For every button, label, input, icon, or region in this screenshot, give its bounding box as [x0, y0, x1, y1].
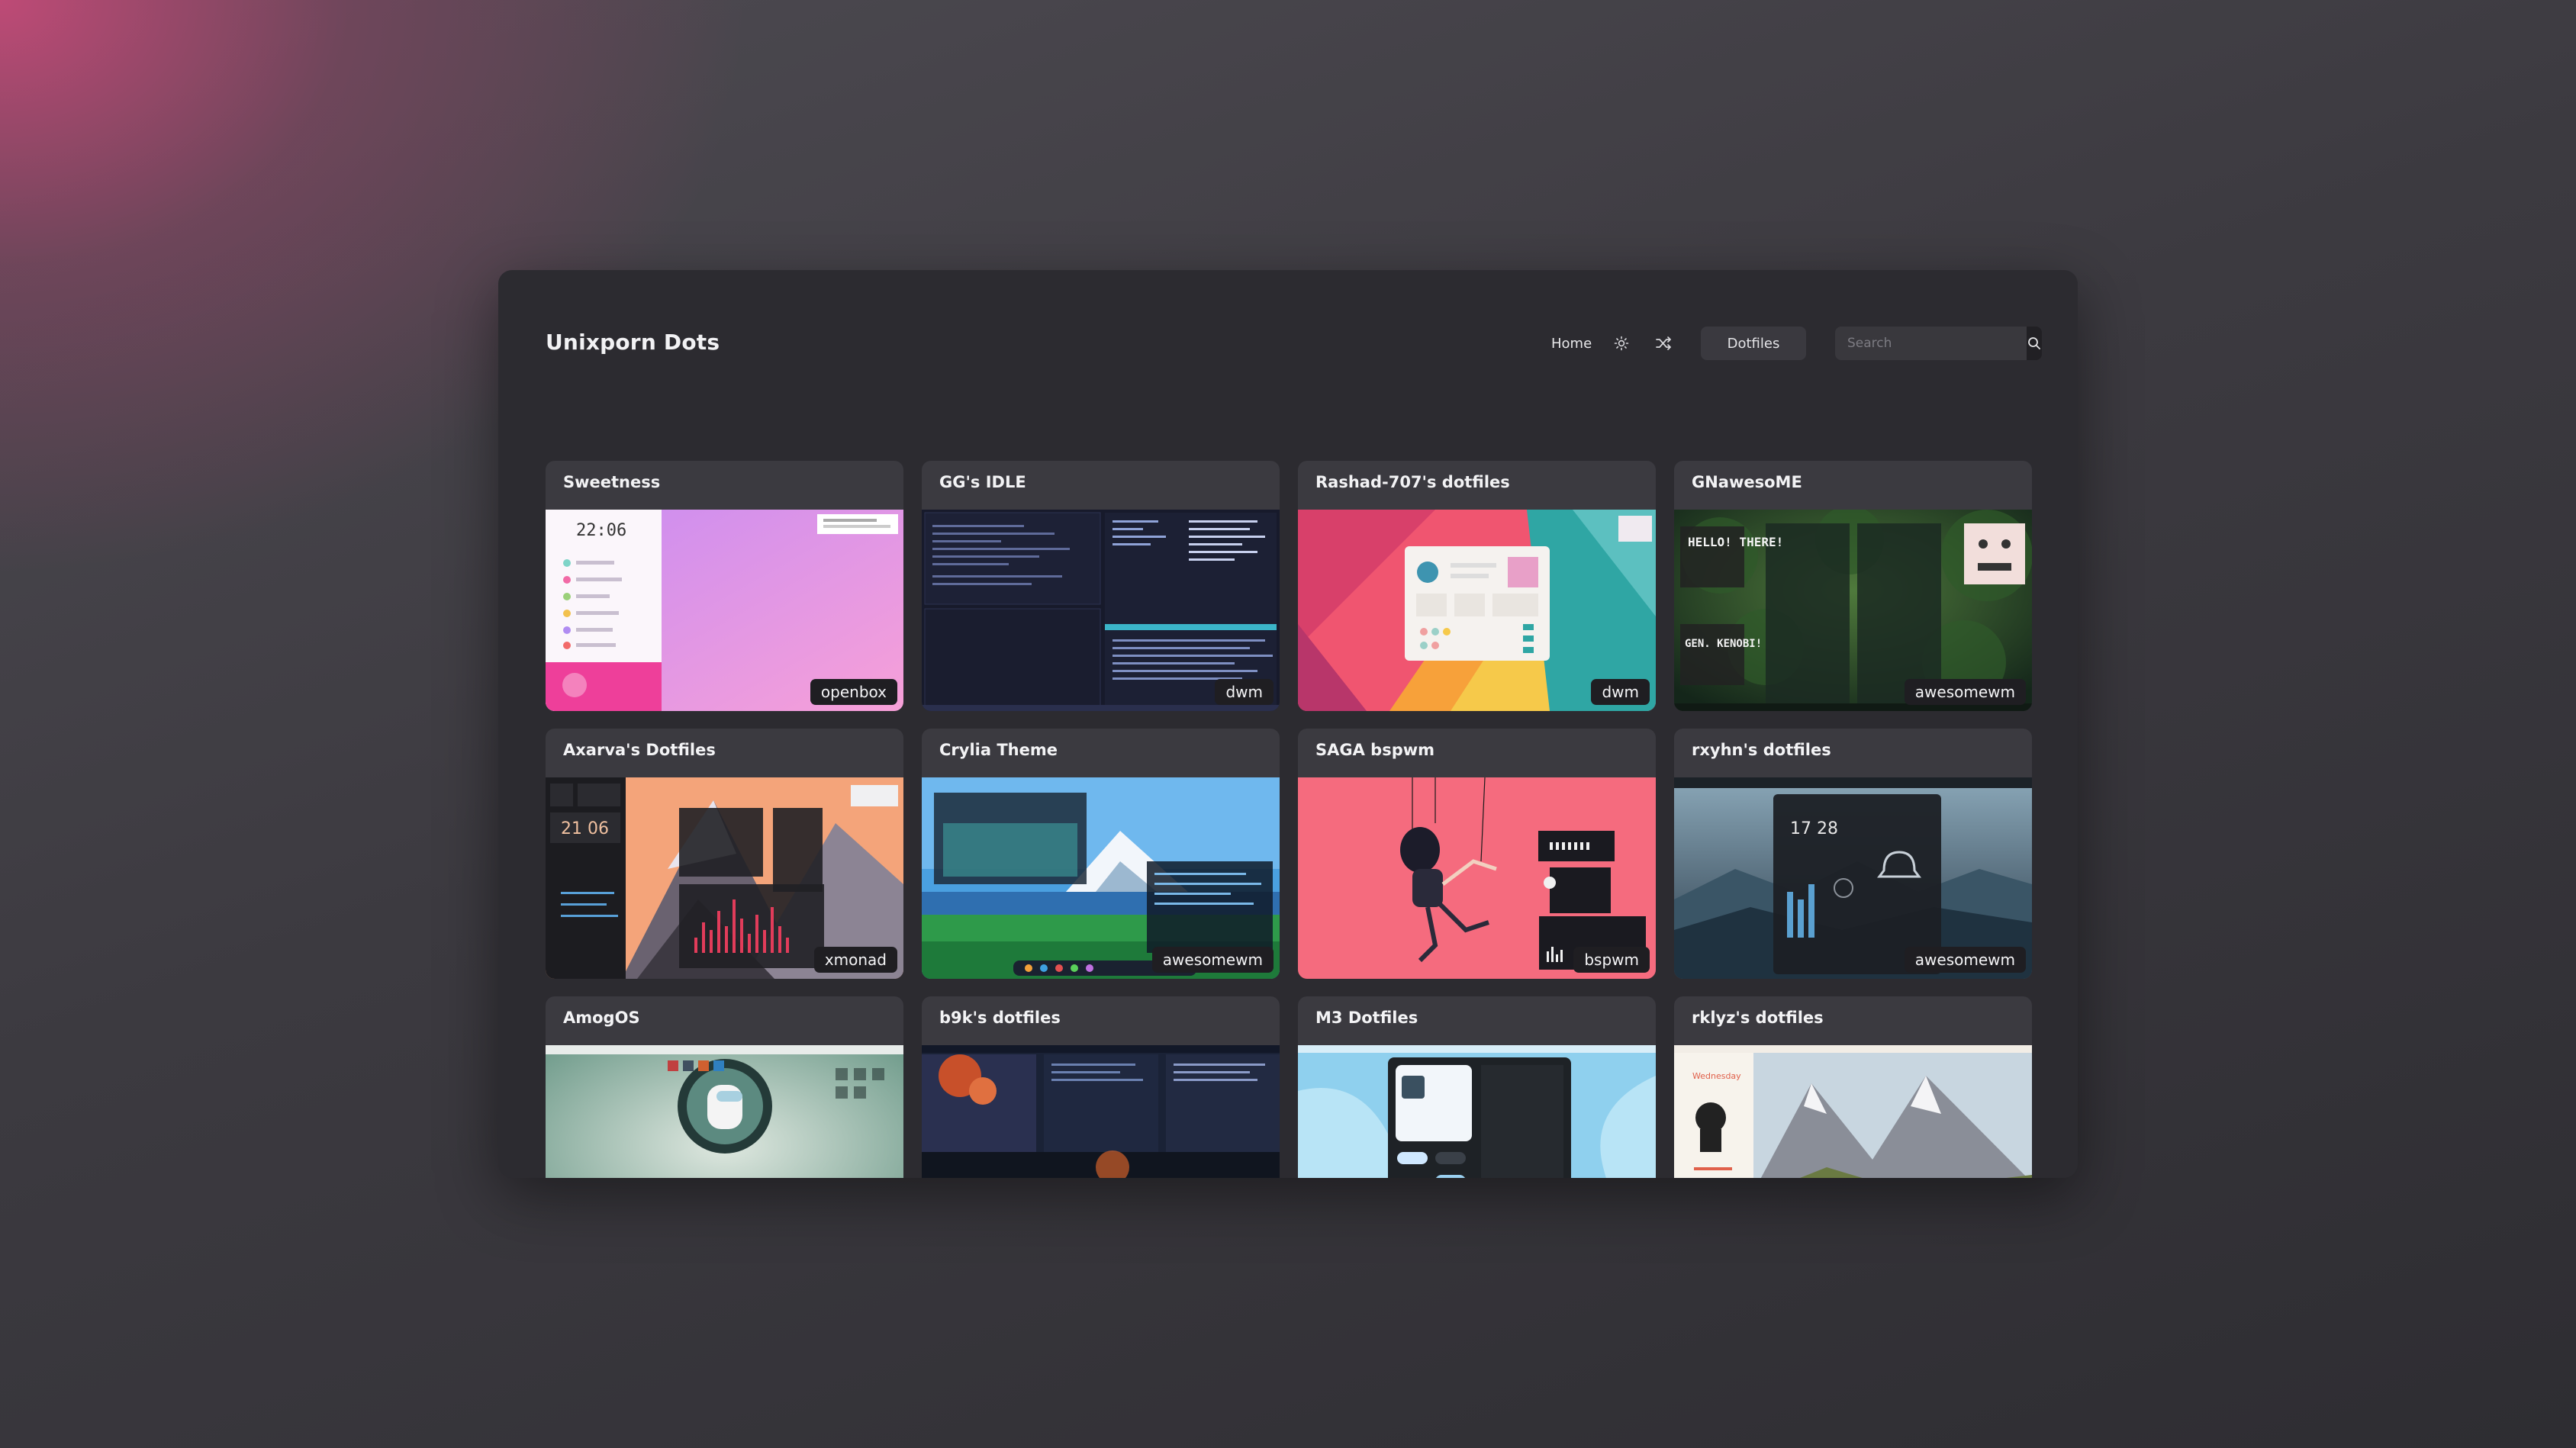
wm-badge: bspwm — [1573, 947, 1650, 973]
dotfile-card[interactable]: AmogOS — [546, 996, 903, 1178]
dotfile-card[interactable]: b9k's dotfiles — [922, 996, 1280, 1178]
card-title: M3 Dotfiles — [1315, 1009, 1418, 1027]
card-screenshot: dwm — [922, 510, 1280, 711]
card-title: rklyz's dotfiles — [1692, 1009, 1824, 1027]
card-screenshot: HELLO! THERE! GEN. KENOBI! awesomewm — [1674, 510, 2032, 711]
card-title: Rashad-707's dotfiles — [1315, 473, 1510, 491]
card-screenshot: dwm — [1298, 510, 1656, 711]
theme-toggle-button[interactable] — [1605, 327, 1638, 360]
dotfile-card[interactable]: SAGA bspwm bspwm — [1298, 729, 1656, 979]
overlay-text: GEN. KENOBI! — [1685, 638, 1762, 650]
card-screenshot — [1298, 1045, 1656, 1178]
card-screenshot: 21 06 xmonad — [546, 777, 903, 979]
card-title: b9k's dotfiles — [939, 1009, 1061, 1027]
wm-badge: dwm — [1591, 679, 1650, 705]
dotfile-card[interactable]: Crylia Theme awesomewm — [922, 729, 1280, 979]
day-text: Wednesday — [1692, 1071, 1741, 1081]
card-screenshot: bspwm — [1298, 777, 1656, 979]
nav-home-link[interactable]: Home — [1551, 327, 1592, 360]
dotfile-card[interactable]: GG's IDLE dwm — [922, 461, 1280, 711]
search-icon — [2028, 337, 2040, 349]
shuffle-button[interactable] — [1647, 327, 1680, 360]
wm-badge: awesomewm — [1151, 947, 1274, 973]
shuffle-icon — [1656, 336, 1671, 350]
card-screenshot: awesomewm — [922, 777, 1280, 979]
dotfile-card[interactable]: rklyz's dotfiles Wednesday — [1674, 996, 2032, 1178]
wm-badge: xmonad — [813, 947, 897, 973]
card-title: AmogOS — [563, 1009, 640, 1027]
card-screenshot: 17 28 awesomewm — [1674, 777, 2032, 979]
card-title: rxyhn's dotfiles — [1692, 741, 1831, 759]
dotfile-card[interactable]: M3 Dotfiles — [1298, 996, 1656, 1178]
card-title: GG's IDLE — [939, 473, 1026, 491]
dotfiles-button[interactable]: Dotfiles — [1701, 327, 1806, 360]
card-title: SAGA bspwm — [1315, 741, 1435, 759]
clock-text: 22:06 — [576, 521, 626, 540]
card-title: Axarva's Dotfiles — [563, 741, 716, 759]
wm-badge: dwm — [1215, 679, 1274, 705]
card-title: Sweetness — [563, 473, 661, 491]
card-screenshot — [546, 1045, 903, 1178]
clock-text: 21 06 — [561, 819, 609, 838]
dotfile-card[interactable]: Axarva's Dotfiles 21 06 xmonad — [546, 729, 903, 979]
card-screenshot — [922, 1045, 1280, 1178]
wm-badge: awesomewm — [1904, 947, 2026, 973]
wm-badge: awesomewm — [1904, 679, 2026, 705]
dotfile-card[interactable]: GNawesoME HELLO! THERE! GEN. KENOBI! awe… — [1674, 461, 2032, 711]
card-screenshot: Wednesday — [1674, 1045, 2032, 1178]
clock-text: 17 28 — [1790, 819, 1838, 838]
sun-icon — [1614, 336, 1629, 351]
dotfile-card[interactable]: rxyhn's dotfiles 17 28 awesomewm — [1674, 729, 2032, 979]
search-input[interactable] — [1835, 327, 2027, 360]
search-bar — [1835, 327, 2042, 360]
dotfile-card[interactable]: Sweetness 22:06 openbox — [546, 461, 903, 711]
wm-badge: openbox — [810, 679, 897, 705]
dotfile-card[interactable]: Rashad-707's dotfiles dwm — [1298, 461, 1656, 711]
card-screenshot: 22:06 openbox — [546, 510, 903, 711]
card-title: GNawesoME — [1692, 473, 1802, 491]
site-title[interactable]: Unixporn Dots — [546, 330, 720, 355]
overlay-text: HELLO! THERE! — [1688, 535, 1783, 549]
app-window: Unixporn Dots Home Dotfiles Search Sweet… — [498, 270, 2078, 1178]
card-title: Crylia Theme — [939, 741, 1058, 759]
search-button[interactable] — [2027, 327, 2042, 360]
